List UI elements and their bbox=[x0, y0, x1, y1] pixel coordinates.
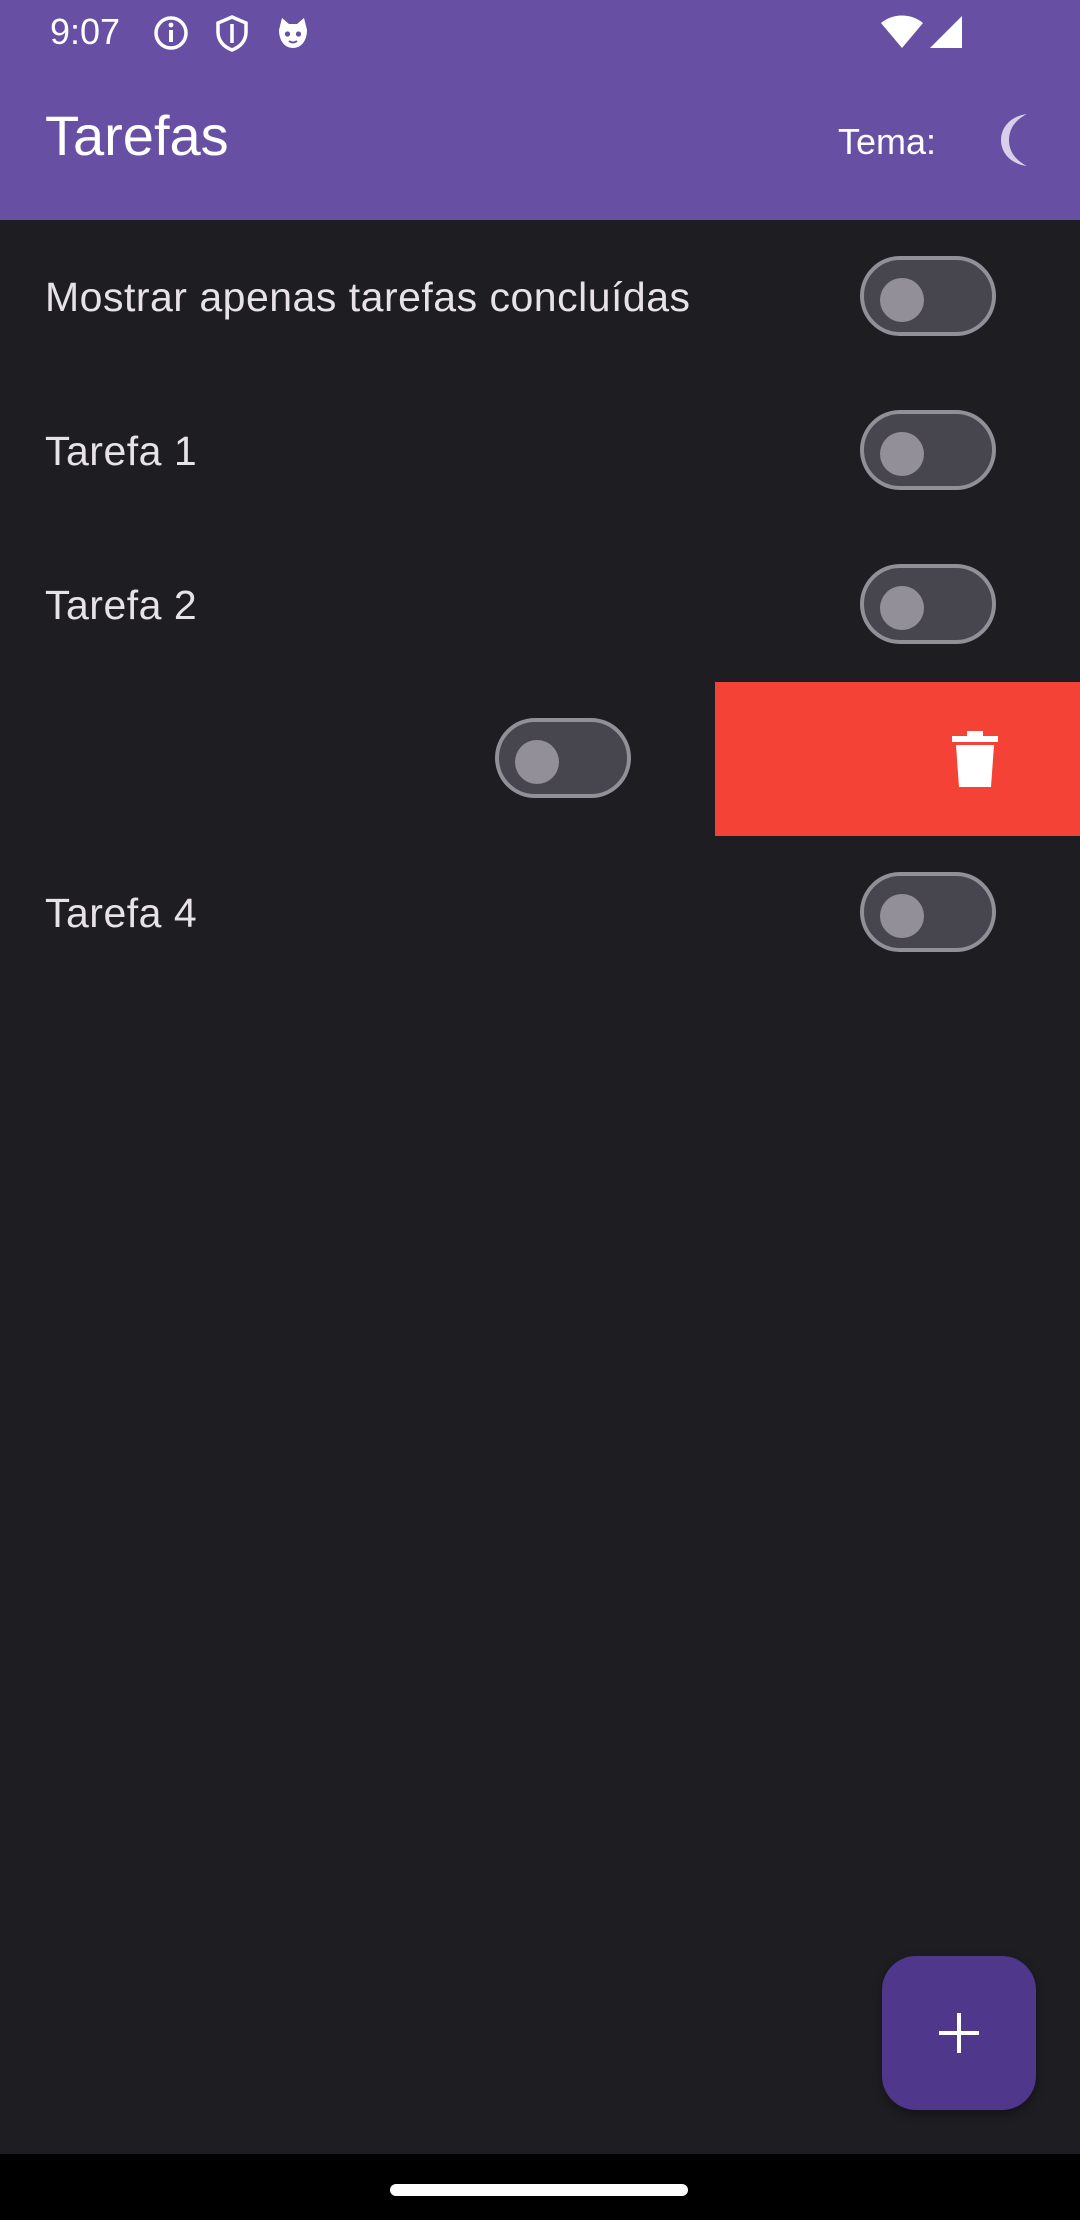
signal-icon bbox=[930, 16, 962, 48]
wifi-icon bbox=[881, 15, 923, 48]
task-switch[interactable] bbox=[860, 872, 996, 952]
screen: 9:07 Tarefas Tema: Mostrar apenas tarefa… bbox=[0, 0, 1080, 2220]
status-bar: 9:07 bbox=[0, 0, 1080, 64]
swiped-task-row[interactable] bbox=[0, 682, 1080, 836]
cat-icon bbox=[279, 18, 307, 48]
theme-toggle-button[interactable] bbox=[985, 108, 1049, 172]
plus-icon bbox=[939, 2013, 979, 2053]
moon-icon bbox=[1001, 114, 1027, 166]
header: 9:07 Tarefas Tema: bbox=[0, 0, 1080, 220]
trash-icon[interactable] bbox=[952, 731, 998, 787]
delete-background bbox=[715, 682, 1080, 836]
filter-row: Mostrar apenas tarefas concluídas bbox=[0, 220, 1080, 374]
task-label: Tarefa 1 bbox=[45, 428, 198, 474]
switch-thumb bbox=[880, 432, 924, 476]
switch-thumb bbox=[515, 740, 559, 784]
info-icon bbox=[154, 16, 188, 50]
task-row[interactable]: Tarefa 2 bbox=[0, 528, 1080, 682]
task-label: Tarefa 4 bbox=[45, 890, 198, 936]
theme-label: Tema: bbox=[838, 121, 937, 162]
app-bar: Tarefas Tema: bbox=[0, 64, 1080, 220]
app-title: Tarefas bbox=[45, 104, 229, 167]
home-gesture-handle[interactable] bbox=[390, 2184, 688, 2196]
task-label: Tarefa 2 bbox=[45, 582, 198, 628]
task-switch[interactable] bbox=[860, 410, 996, 490]
switch-thumb bbox=[880, 894, 924, 938]
task-switch[interactable] bbox=[495, 718, 631, 798]
task-row[interactable]: Tarefa 1 bbox=[0, 374, 1080, 528]
switch-thumb bbox=[880, 586, 924, 630]
switch-thumb bbox=[880, 278, 924, 322]
filter-label: Mostrar apenas tarefas concluídas bbox=[45, 274, 691, 320]
shield-icon bbox=[216, 15, 248, 52]
status-time: 9:07 bbox=[50, 11, 121, 52]
add-task-button[interactable] bbox=[882, 1956, 1036, 2110]
task-row[interactable]: Tarefa 4 bbox=[0, 836, 1080, 990]
navigation-bar bbox=[0, 2154, 1080, 2220]
task-switch[interactable] bbox=[860, 564, 996, 644]
filter-switch[interactable] bbox=[860, 256, 996, 336]
